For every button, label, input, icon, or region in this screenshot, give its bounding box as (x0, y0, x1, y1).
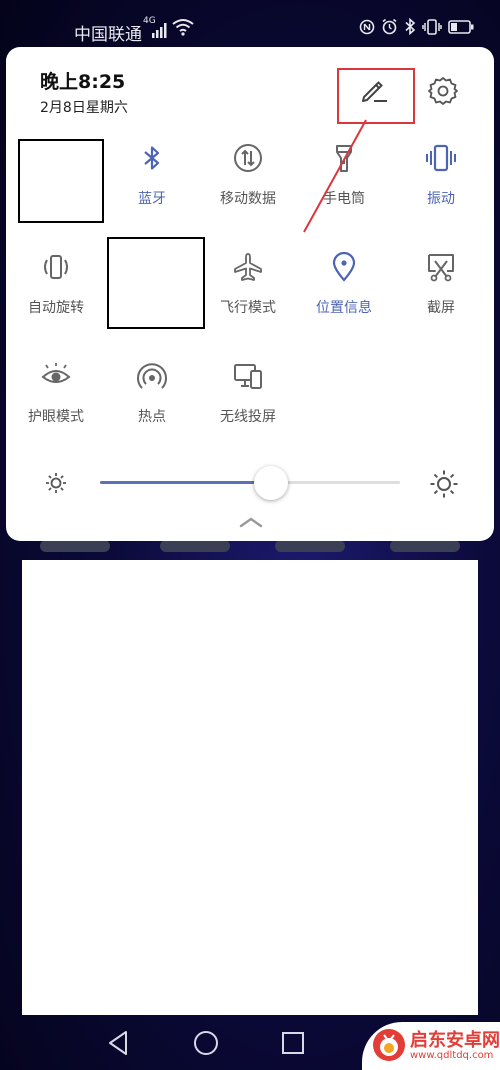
watermark-logo-icon (373, 1029, 405, 1061)
bluetooth-icon (144, 146, 160, 170)
tile-label: 无线投屏 (220, 409, 276, 425)
brightness-slider[interactable] (100, 481, 400, 484)
eye-icon (41, 363, 71, 383)
tile-location[interactable]: 位置信息 (299, 251, 389, 351)
brightness-low-icon (46, 473, 66, 493)
vibrate-icon (426, 144, 456, 172)
vibrate-icon (422, 18, 442, 35)
signal-icon (152, 23, 167, 38)
tile-label: 振动 (427, 191, 455, 207)
screenshot-icon (428, 254, 454, 282)
settings-gear-button[interactable] (426, 74, 460, 108)
content-preview-card (22, 560, 478, 1015)
airplane-icon (234, 253, 262, 281)
tile-label: 护眼模式 (28, 409, 84, 425)
quick-settings-panel: 晚上8:25 2月8日星期六 蓝牙 移动数据 手电筒 振动 自动旋转 飞行模式 … (6, 47, 494, 541)
battery-icon (448, 19, 474, 34)
tile-label: 手电筒 (323, 191, 365, 207)
auto-rotate-icon (44, 255, 68, 279)
collapse-chevron-icon[interactable] (238, 515, 264, 529)
annotation-highlight-box (337, 68, 415, 124)
tile-redacted-1[interactable] (18, 139, 108, 239)
clock-time: 晚上8:25 (40, 71, 126, 93)
recents-icon[interactable] (278, 1028, 308, 1058)
location-icon (332, 251, 356, 282)
redaction-box (107, 237, 205, 329)
wifi-icon (172, 19, 194, 36)
hotspot-icon (137, 363, 167, 389)
brightness-slider-fill (100, 481, 271, 484)
tile-label: 飞行模式 (220, 300, 276, 316)
watermark: 启东安卓网 www.qdltdq.com (362, 1022, 500, 1070)
mobile-data-icon (234, 144, 262, 172)
tile-screenshot[interactable]: 截屏 (396, 251, 486, 351)
brightness-high-icon (430, 470, 458, 498)
tile-label: 热点 (138, 409, 166, 425)
tile-label: 自动旋转 (28, 300, 84, 316)
tile-wireless-projection[interactable]: 无线投屏 (203, 360, 293, 460)
back-icon[interactable] (104, 1028, 134, 1058)
tile-label: 截屏 (427, 300, 455, 316)
clock-date: 2月8日星期六 (40, 100, 128, 116)
tile-label: 位置信息 (316, 300, 372, 316)
tile-airplane-mode[interactable]: 飞行模式 (203, 251, 293, 351)
alarm-icon (382, 18, 397, 35)
bluetooth-icon (405, 18, 416, 35)
home-icon[interactable] (191, 1028, 221, 1058)
carrier-label: 中国联通 (74, 25, 142, 45)
tile-vibrate[interactable]: 振动 (396, 142, 486, 242)
tile-hotspot[interactable]: 热点 (107, 360, 197, 460)
brightness-slider-thumb[interactable] (254, 466, 288, 500)
tile-eye-comfort[interactable]: 护眼模式 (11, 360, 101, 460)
tile-auto-rotate[interactable]: 自动旋转 (11, 251, 101, 351)
wireless-projection-icon (234, 364, 262, 389)
tile-redacted-2[interactable] (107, 237, 205, 337)
tile-mobile-data[interactable]: 移动数据 (203, 142, 293, 242)
redaction-box (18, 139, 104, 223)
tile-label: 移动数据 (220, 191, 276, 207)
background-dock (40, 540, 460, 554)
watermark-url: www.qdltdq.com (410, 1050, 494, 1061)
tile-label: 蓝牙 (138, 191, 166, 207)
tile-bluetooth[interactable]: 蓝牙 (107, 142, 197, 242)
watermark-name: 启东安卓网 (410, 1030, 500, 1051)
tile-flashlight[interactable]: 手电筒 (299, 142, 389, 242)
nfc-icon (359, 19, 375, 34)
flashlight-icon (336, 145, 352, 172)
